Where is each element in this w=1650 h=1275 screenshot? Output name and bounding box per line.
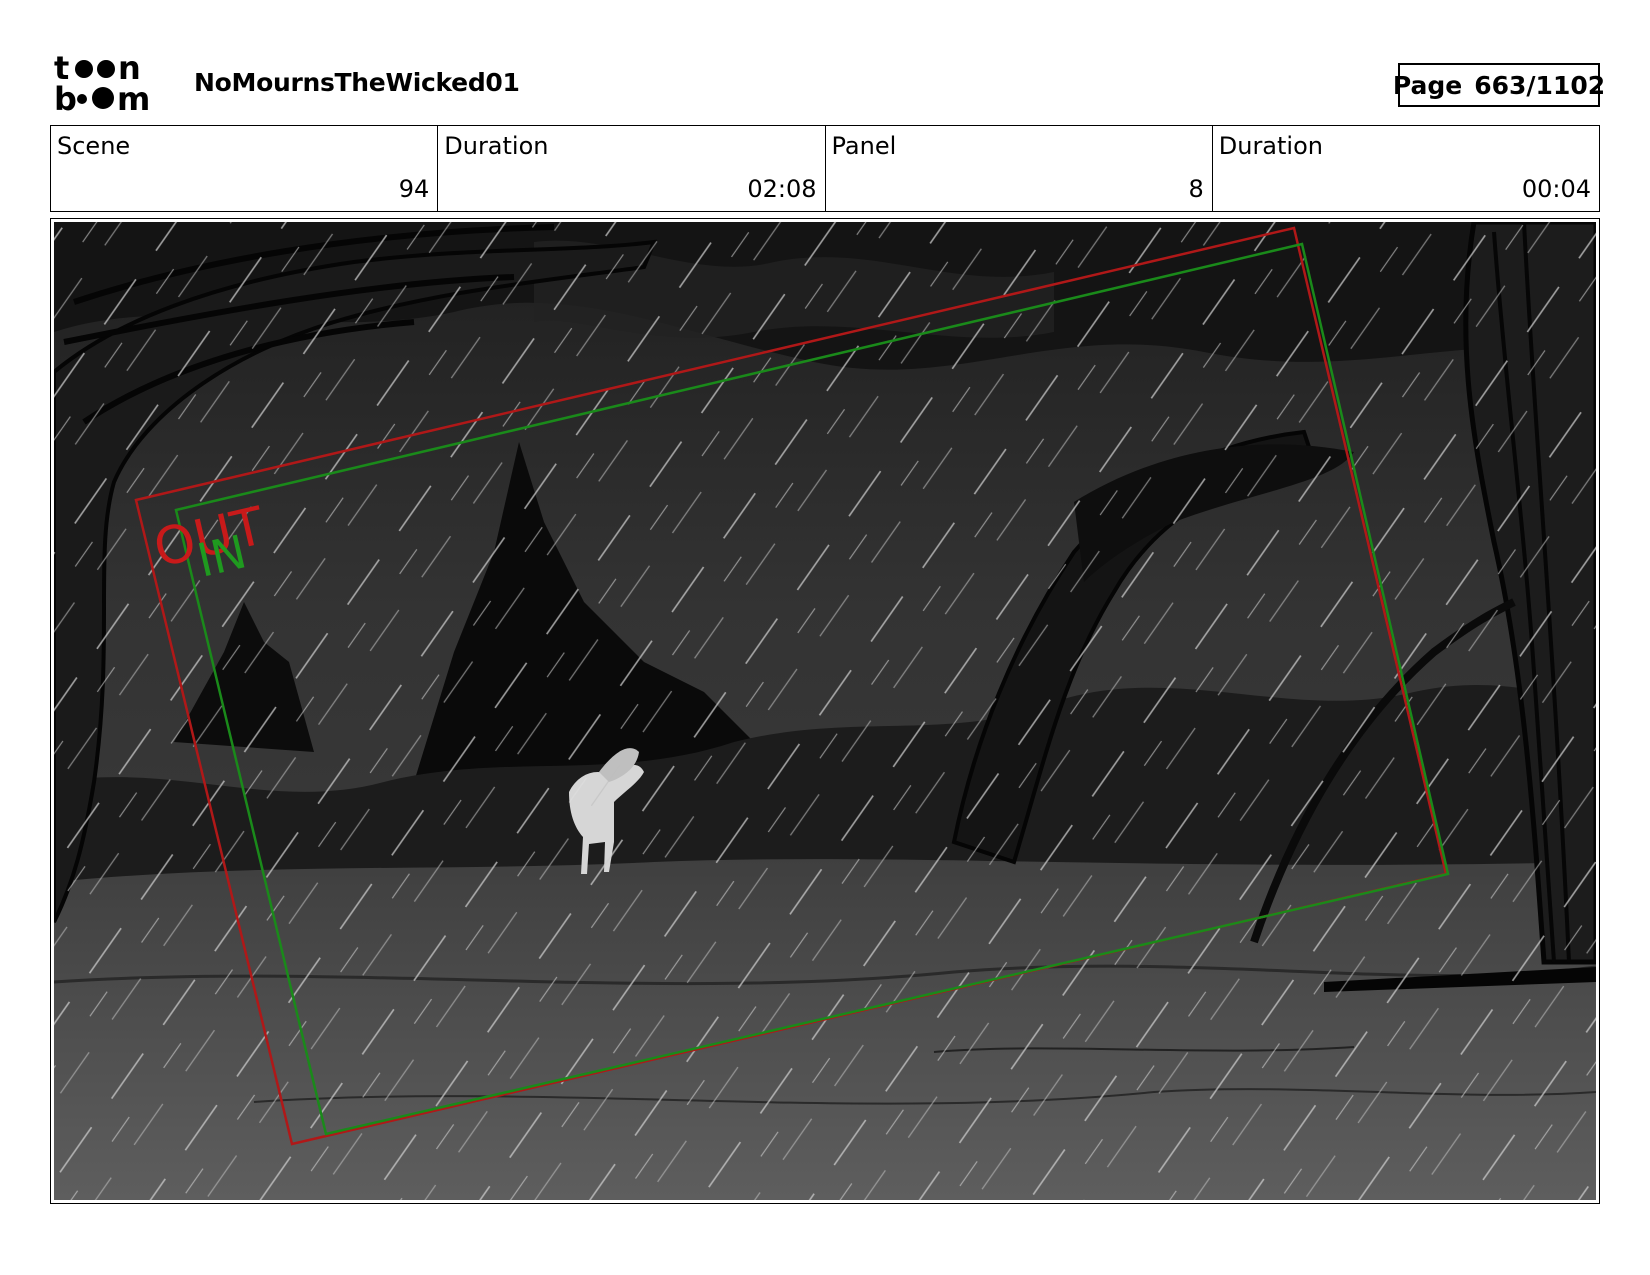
panel-duration-cell: Duration 00:04: [1213, 126, 1599, 211]
scene-cell: Scene 94: [51, 126, 439, 211]
scene-label: Scene: [57, 132, 131, 160]
page-value: 663/1102: [1474, 70, 1606, 100]
panel-info-bar: Scene 94 Duration 02:08 Panel 8 Duration…: [50, 125, 1600, 212]
panel-value: 8: [1188, 175, 1204, 203]
svg-text:b: b: [54, 80, 77, 114]
scene-value: 94: [398, 175, 430, 203]
scene-duration-label: Duration: [444, 132, 549, 160]
toonboom-logo: t n b m: [54, 52, 150, 114]
page-label: Page: [1392, 70, 1463, 100]
panel-label: Panel: [831, 132, 897, 160]
scene-duration-value: 02:08: [747, 175, 817, 203]
rain-overlay: [54, 222, 1596, 1200]
page-indicator: Page 663/1102: [1393, 63, 1605, 107]
project-name: NoMournsTheWicked01: [194, 68, 520, 97]
svg-text:m: m: [117, 80, 150, 114]
panel-duration-label: Duration: [1218, 132, 1323, 160]
panel-cell: Panel 8: [826, 126, 1213, 211]
scene-duration-cell: Duration 02:08: [438, 126, 826, 211]
panel-duration-value: 00:04: [1521, 175, 1591, 203]
storyboard-panel-image: OUT IN: [54, 222, 1596, 1200]
